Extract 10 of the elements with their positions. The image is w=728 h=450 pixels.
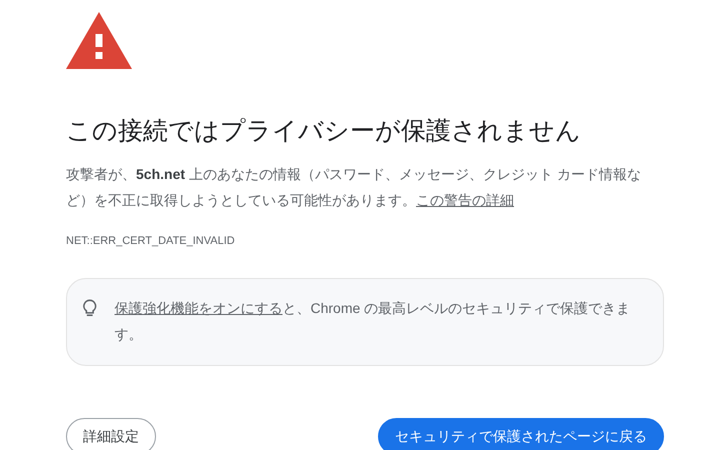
details-link[interactable]: この警告の詳細	[416, 192, 514, 208]
tip-text: 保護強化機能をオンにする と、Chrome の最高レベルのセキュリティで保護できます。	[114, 299, 632, 344]
warning-icon	[66, 12, 132, 69]
error-code: NET::ERR_CERT_DATE_INVALID	[66, 235, 236, 247]
page-title: この接続ではプライバシーが保護されません	[66, 116, 582, 147]
back-to-safety-button[interactable]: セキュリティで保護されたページに戻る	[378, 418, 664, 450]
enhanced-protection-link[interactable]: 保護強化機能をオンにする	[114, 300, 282, 316]
advanced-button[interactable]: 詳細設定	[66, 418, 156, 450]
lightbulb-icon	[83, 299, 96, 318]
warning-description: 攻撃者が、5ch.net 上のあなたの情報（パスワード、メッセージ、クレジット カード情報など）を不正に取得しようとしている可能性があります。この警告の詳細	[66, 165, 642, 210]
